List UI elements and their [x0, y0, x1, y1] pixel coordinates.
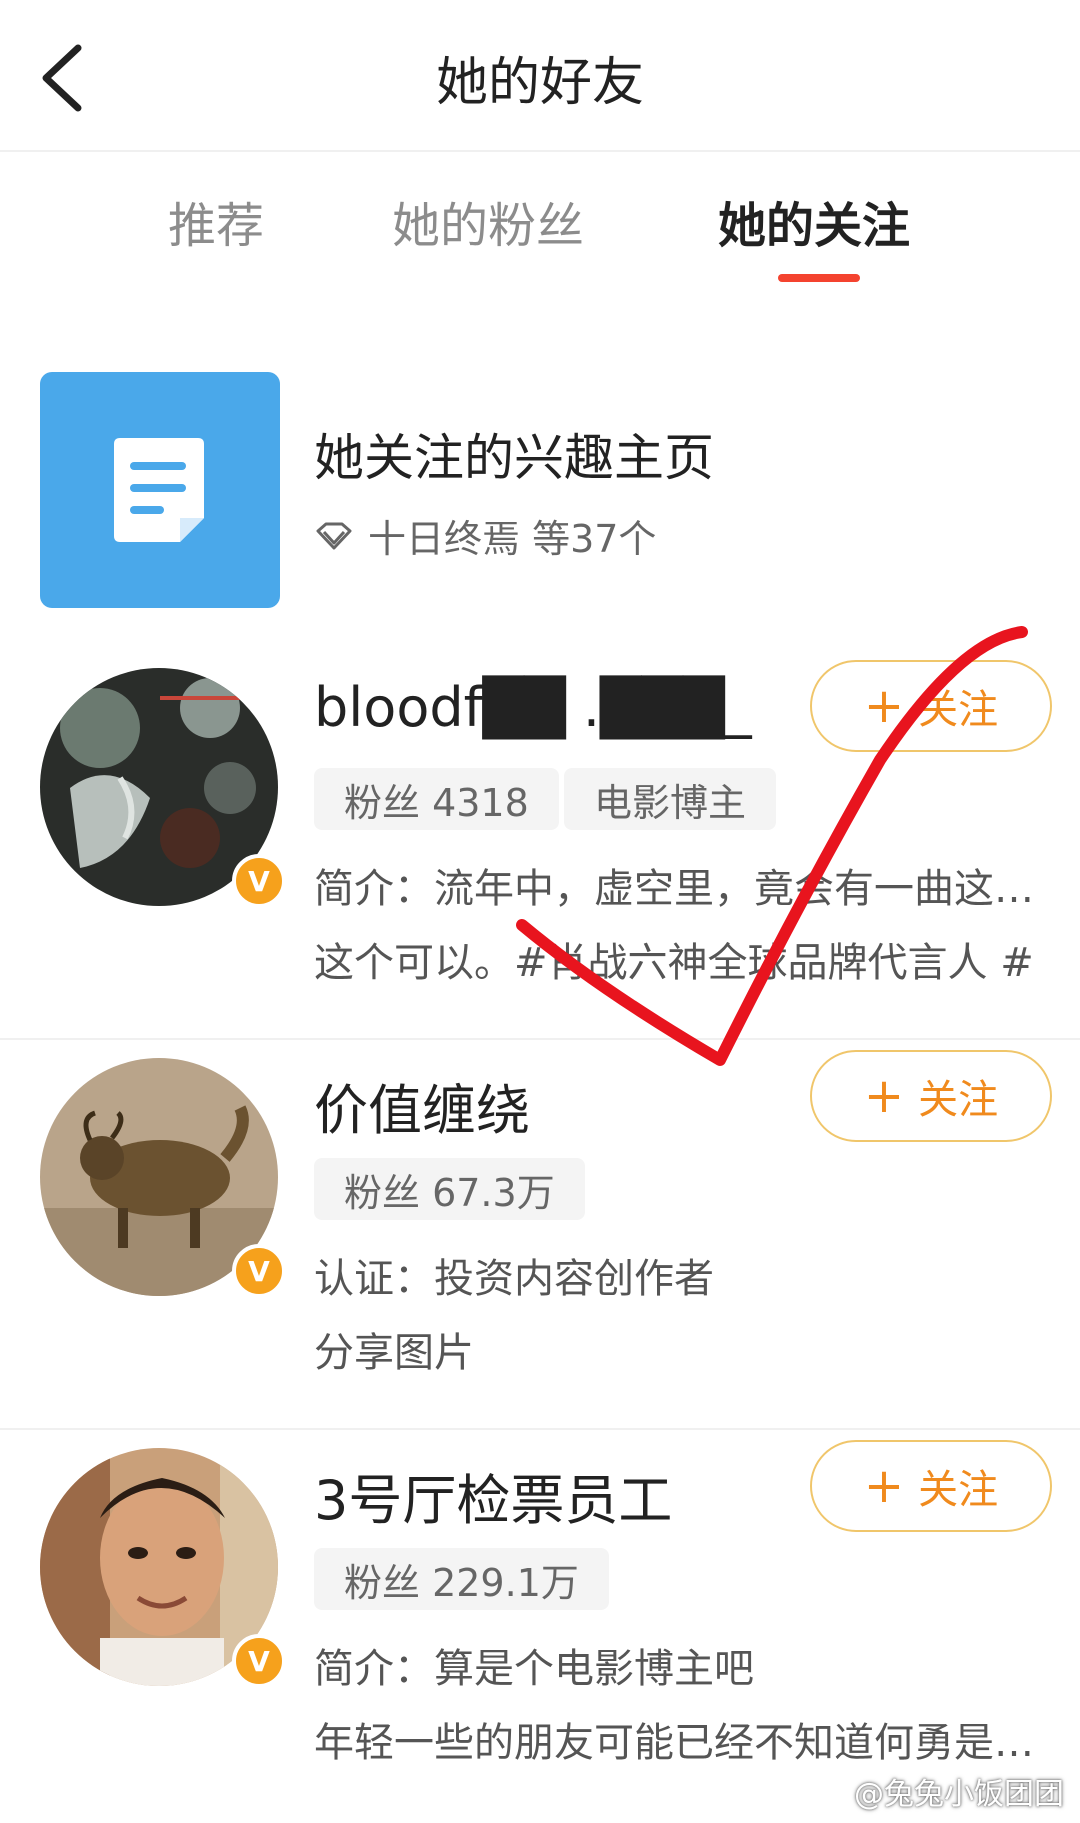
- username[interactable]: bloodf██ .███_: [314, 676, 752, 739]
- user-recent-post: 分享图片: [314, 1330, 474, 1376]
- interest-subtitle: 十日终焉 等37个: [314, 508, 656, 563]
- interest-thumbnail: [40, 372, 280, 608]
- follow-label: 关注: [918, 1467, 999, 1513]
- follow-button[interactable]: + 关注: [810, 1050, 1052, 1142]
- fans-count-tag: 粉丝 4318: [314, 768, 559, 830]
- interest-subtitle-text: 十日终焉 等37个: [368, 517, 657, 561]
- list-item[interactable]: V 价值缠绕 + 关注 粉丝 67.3万 认证：投资内容创作者 分享图片: [0, 1040, 1080, 1430]
- user-verification: 认证：投资内容创作者: [314, 1256, 714, 1302]
- fans-count-tag: 粉丝 67.3万: [314, 1158, 585, 1220]
- verified-badge-icon: V: [232, 854, 286, 908]
- follow-label: 关注: [918, 1077, 999, 1123]
- follow-label: 关注: [918, 687, 999, 733]
- category-tag: 电影博主: [564, 768, 777, 830]
- tab-bar: 推荐 她的粉丝 她的关注: [0, 152, 1080, 292]
- plus-icon: +: [863, 678, 905, 734]
- document-icon: [114, 438, 204, 542]
- username[interactable]: 价值缠绕: [314, 1066, 530, 1145]
- plus-icon: +: [863, 1458, 905, 1514]
- list-item[interactable]: V bloodf██ .███_ + 关注 粉丝 4318 电影博主 简介：流年…: [0, 650, 1080, 1040]
- username[interactable]: 3号厅检票员工: [314, 1456, 672, 1535]
- watermark: @兔兔小饭团团: [854, 1777, 1064, 1812]
- fans-count-tag: 粉丝 229.1万: [314, 1548, 609, 1610]
- interest-pages-entry[interactable]: 她关注的兴趣主页 十日终焉 等37个: [0, 360, 1080, 630]
- top-bar: 她的好友: [0, 0, 1080, 152]
- user-intro: 简介：流年中，虚空里，竟会有一曲这…: [314, 866, 1034, 912]
- verified-badge-icon: V: [232, 1244, 286, 1298]
- user-intro: 简介：算是个电影博主吧: [314, 1646, 754, 1692]
- friends-page: 她的好友 推荐 她的粉丝 她的关注 她关注的兴趣主页 十日终焉 等37个 V b…: [0, 0, 1080, 1823]
- active-tab-indicator: [778, 274, 860, 282]
- plus-icon: +: [863, 1068, 905, 1124]
- follow-button[interactable]: + 关注: [810, 660, 1052, 752]
- tab-her-fans[interactable]: 她的粉丝: [392, 186, 584, 256]
- diamond-icon: [316, 522, 352, 549]
- user-recent-post: 这个可以。#肖战六神全球品牌代言人 #: [314, 940, 1034, 986]
- page-title: 她的好友: [435, 53, 644, 113]
- interest-title: 她关注的兴趣主页: [314, 429, 714, 487]
- verified-badge-icon: V: [232, 1634, 286, 1688]
- tab-recommend[interactable]: 推荐: [168, 186, 264, 256]
- list-item[interactable]: V 3号厅检票员工 + 关注 粉丝 229.1万 简介：算是个电影博主吧 年轻一…: [0, 1430, 1080, 1820]
- follow-button[interactable]: + 关注: [810, 1440, 1052, 1532]
- tab-her-following[interactable]: 她的关注: [718, 186, 910, 256]
- user-recent-post: 年轻一些的朋友可能已经不知道何勇是…: [314, 1720, 1034, 1766]
